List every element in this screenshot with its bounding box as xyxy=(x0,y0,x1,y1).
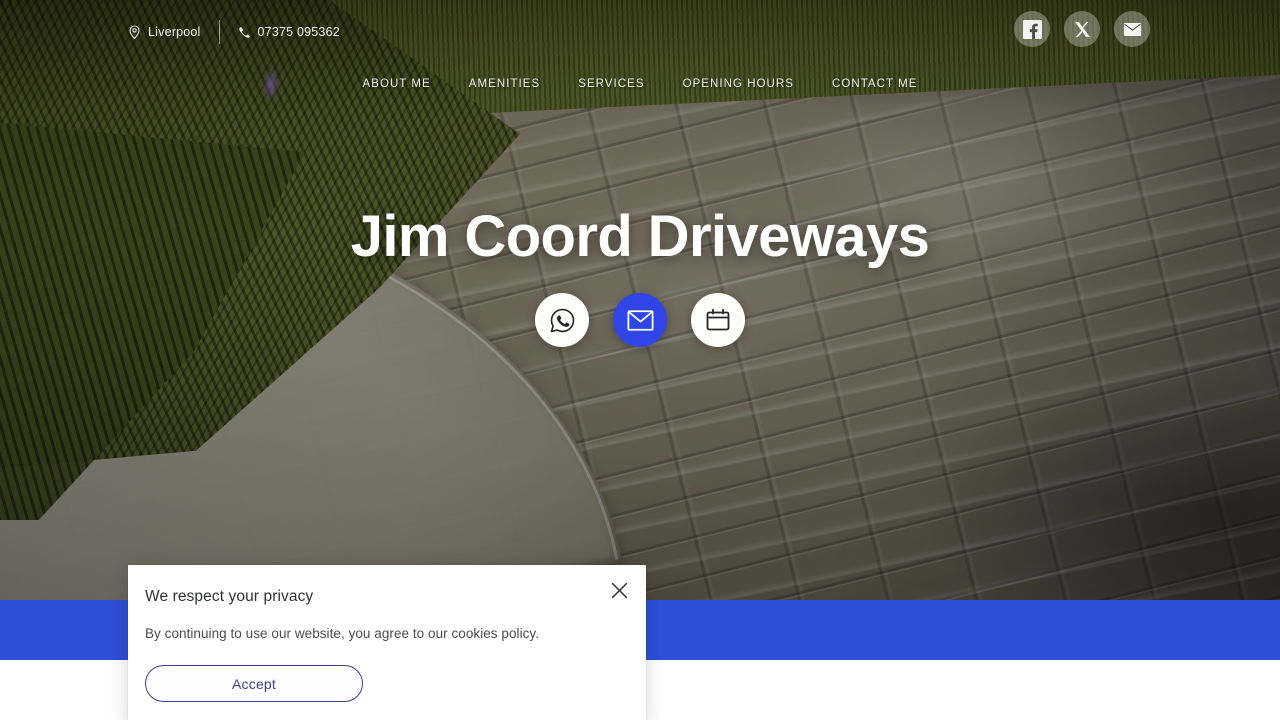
cookie-dialog-title: We respect your privacy xyxy=(145,588,314,605)
accept-cookies-button[interactable]: Accept xyxy=(145,665,363,703)
booking-calendar-button[interactable] xyxy=(691,293,745,348)
facebook-icon xyxy=(1022,19,1042,39)
cookie-consent-dialog: We respect your privacy By continuing to… xyxy=(128,565,646,720)
phone-item[interactable]: 07375 095362 xyxy=(238,25,340,39)
location-item[interactable]: Liverpool xyxy=(128,24,201,40)
hero-content: Jim Coord Driveways xyxy=(0,0,1280,600)
main-navigation: ABOUT ME AMENITIES SERVICES OPENING HOUR… xyxy=(0,78,1280,90)
map-pin-icon xyxy=(128,24,141,40)
cookie-dialog-body: By continuing to use our website, you ag… xyxy=(145,626,540,641)
x-twitter-link[interactable] xyxy=(1064,11,1100,47)
email-icon xyxy=(1123,22,1142,37)
email-link[interactable] xyxy=(1114,11,1150,47)
close-icon xyxy=(611,582,628,599)
phone-icon xyxy=(238,26,251,39)
phone-number: 07375 095362 xyxy=(257,25,340,39)
close-dialog-button[interactable] xyxy=(607,578,631,602)
location-label: Liverpool xyxy=(148,25,201,39)
whatsapp-button[interactable] xyxy=(535,293,589,348)
envelope-icon xyxy=(627,310,654,331)
nav-item-opening-hours[interactable]: OPENING HOURS xyxy=(664,78,813,90)
email-button[interactable] xyxy=(613,293,667,348)
nav-item-about-me[interactable]: ABOUT ME xyxy=(344,78,450,90)
whatsapp-icon xyxy=(549,307,576,334)
nav-item-amenities[interactable]: AMENITIES xyxy=(450,78,559,90)
top-bar: Liverpool 07375 095362 xyxy=(0,0,1280,60)
page-root: Liverpool 07375 095362 ABOUT ME AMENITIE… xyxy=(0,0,1280,720)
facebook-link[interactable] xyxy=(1014,11,1050,47)
page-title: Jim Coord Driveways xyxy=(350,203,930,269)
hero-cta-row xyxy=(535,293,745,348)
social-links xyxy=(1014,11,1150,47)
nav-item-services[interactable]: SERVICES xyxy=(559,78,663,90)
contact-info-group: Liverpool 07375 095362 xyxy=(128,20,340,44)
x-twitter-icon xyxy=(1074,21,1091,38)
calendar-icon xyxy=(705,307,731,333)
contact-divider xyxy=(218,20,220,44)
nav-item-contact-me[interactable]: CONTACT ME xyxy=(813,78,936,90)
